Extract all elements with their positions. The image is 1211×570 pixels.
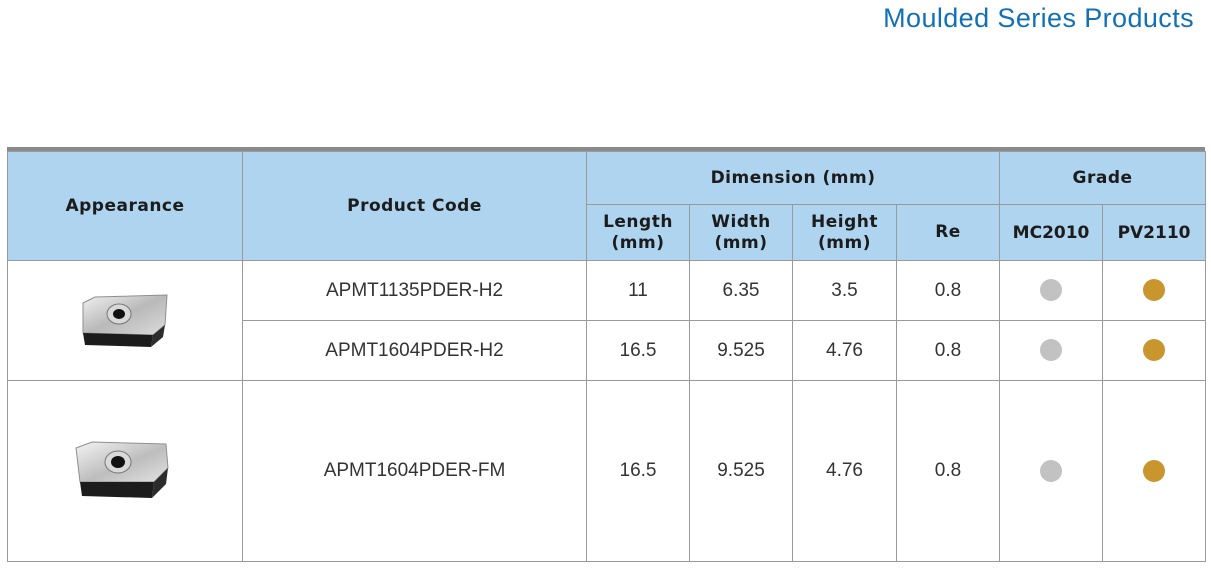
header-length: Length (mm) <box>586 204 690 261</box>
re-value: 0.8 <box>895 320 1001 381</box>
header-grade-pv2110: PV2110 <box>1102 204 1207 261</box>
grade-mc2010-dot <box>1040 339 1063 362</box>
insert-h2-image <box>7 260 243 381</box>
product-code: APMT1604PDER-FM <box>242 380 587 562</box>
header-appearance: Appearance <box>7 151 243 261</box>
grade-pv2110-dot <box>1143 279 1166 302</box>
product-code: APMT1135PDER-H2 <box>242 260 587 321</box>
header-product-code: Product Code <box>242 151 587 261</box>
table-row: APMT1135PDER-H2 11 6.35 3.5 0.8 <box>7 260 1207 381</box>
grade-pv2110-cell <box>1102 380 1207 562</box>
length-value: 16.5 <box>586 320 690 381</box>
grade-mc2010-cell <box>999 380 1104 562</box>
product-code: APMT1604PDER-H2 <box>242 320 587 381</box>
page-title: Moulded Series Products <box>883 3 1194 33</box>
grade-pv2110-cell <box>1102 320 1207 381</box>
height-value: 4.76 <box>792 380 897 562</box>
table-row: APMT1604PDER-FM 16.5 9.525 4.76 0.8 <box>7 380 1207 562</box>
grade-mc2010-cell <box>999 260 1104 321</box>
grade-mc2010-cell <box>999 320 1104 381</box>
length-value: 16.5 <box>586 380 690 562</box>
width-value: 9.525 <box>689 320 793 381</box>
header-width: Width (mm) <box>689 204 793 261</box>
header-height: Height (mm) <box>792 204 897 261</box>
insert-fm-image <box>7 380 243 562</box>
grade-mc2010-dot <box>1040 459 1063 482</box>
width-value: 9.525 <box>689 380 793 562</box>
grade-mc2010-dot <box>1040 279 1063 302</box>
grade-pv2110-dot <box>1143 459 1166 482</box>
re-value: 0.8 <box>895 260 1001 321</box>
re-value: 0.8 <box>895 380 1001 562</box>
height-value: 3.5 <box>792 260 897 321</box>
length-value: 11 <box>586 260 690 321</box>
header-re: Re <box>895 204 1001 261</box>
grade-pv2110-cell <box>1102 260 1207 321</box>
header-grade: Grade <box>999 151 1207 205</box>
height-value: 4.76 <box>792 320 897 381</box>
width-value: 6.35 <box>689 260 793 321</box>
header-dimension: Dimension (mm) <box>585 151 1001 205</box>
grade-pv2110-dot <box>1143 339 1166 362</box>
product-table: Appearance Product Code Dimension (mm) G… <box>7 147 1207 562</box>
header-grade-mc2010: MC2010 <box>999 204 1104 261</box>
